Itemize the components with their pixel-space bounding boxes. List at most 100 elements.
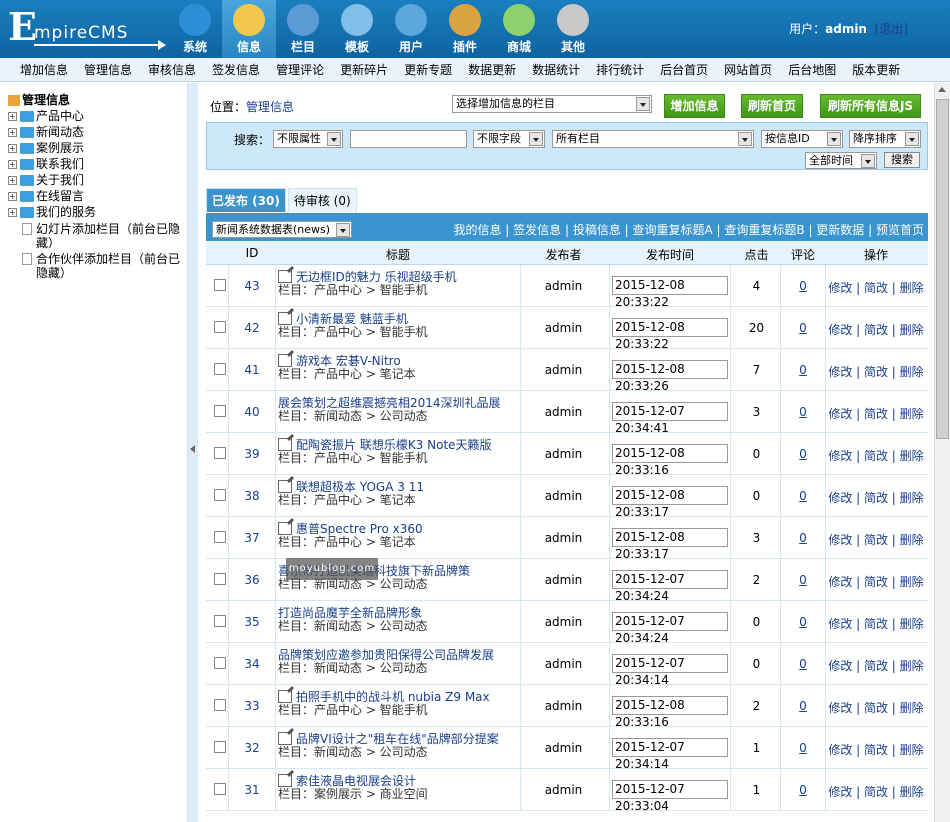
row-id[interactable]: 35 [231,615,273,629]
row-checkbox[interactable] [214,573,226,585]
sort-by-select[interactable]: 按信息ID [761,130,843,148]
collapse-arrow-icon[interactable] [190,445,195,453]
row-time-field[interactable]: 2015-12-08 20:33:16 [612,444,728,477]
subnav-item-6[interactable]: 更新专题 [396,58,460,81]
row-comments-link[interactable]: 0 [781,783,825,797]
subnav-item-11[interactable]: 网站首页 [716,58,780,81]
row-title-link[interactable]: 配陶瓷振片 联想乐檬K3 Note天籁版 [278,438,518,452]
row-title-link[interactable]: 索佳液晶电视展会设计 [278,774,518,788]
expand-plus-icon[interactable]: + [8,176,17,185]
row-ops-links[interactable]: 修改 | 简改 | 删除 [826,279,926,296]
breadcrumb-link[interactable]: 管理信息 [246,100,294,114]
expand-plus-icon[interactable]: + [8,128,17,137]
table-select[interactable]: 新闻系统数据表(news) [212,221,352,238]
row-ops-links[interactable]: 修改 | 简改 | 删除 [826,405,926,422]
row-time-field[interactable]: 2015-12-08 20:33:26 [612,360,728,393]
row-ops-links[interactable]: 修改 | 简改 | 删除 [826,657,926,674]
nav-item-7[interactable]: 其他 [546,0,600,58]
tab-pending[interactable]: 待审核 (0) [287,188,357,212]
field-select[interactable]: 不限字段 [473,130,545,148]
row-comments-link[interactable]: 0 [781,405,825,419]
row-title-link[interactable]: 打造尚品魔芋全新品牌形象 [278,606,518,620]
attr-select[interactable]: 不限属性 [273,130,343,148]
row-comments-link[interactable]: 0 [781,657,825,671]
row-title-link[interactable]: 无边框ID的魅力 乐视超级手机 [278,270,518,284]
toolbar-link-2[interactable]: 投稿信息 [573,223,621,237]
row-ops-links[interactable]: 修改 | 简改 | 删除 [826,447,926,464]
row-time-field[interactable]: 2015-12-07 20:33:04 [612,780,728,813]
row-time-field[interactable]: 2015-12-08 20:33:22 [612,318,728,351]
tree-node[interactable]: + 产品中心 [8,108,187,124]
row-id[interactable]: 42 [231,321,273,335]
toolbar-link-5[interactable]: 更新数据 [816,223,864,237]
row-comments-link[interactable]: 0 [781,363,825,377]
order-select[interactable]: 降序排序 [849,130,921,148]
tree-node[interactable]: + 案例展示 [8,140,187,156]
tab-published[interactable]: 已发布 (30) [206,188,286,212]
subnav-item-10[interactable]: 后台首页 [652,58,716,81]
row-checkbox[interactable] [214,489,226,501]
row-title-link[interactable]: 惠普Spectre Pro x360 [278,522,518,536]
row-time-field[interactable]: 2015-12-07 20:34:41 [612,402,728,435]
expand-plus-icon[interactable]: + [8,112,17,121]
subnav-item-3[interactable]: 签发信息 [204,58,268,81]
row-id[interactable]: 32 [231,741,273,755]
logout-link[interactable]: [退出] [875,22,908,36]
subnav-item-13[interactable]: 版本更新 [844,58,908,81]
expand-plus-icon[interactable]: + [8,160,17,169]
subnav-item-8[interactable]: 数据统计 [524,58,588,81]
row-time-field[interactable]: 2015-12-07 20:34:14 [612,654,728,687]
subnav-item-2[interactable]: 审核信息 [140,58,204,81]
keyword-input[interactable] [350,130,467,148]
row-checkbox[interactable] [214,363,226,375]
row-time-field[interactable]: 2015-12-08 20:33:16 [612,696,728,729]
row-checkbox[interactable] [214,447,226,459]
row-comments-link[interactable]: 0 [781,531,825,545]
tree-leaf[interactable]: 幻灯片添加栏目（前台已隐藏） [6,222,186,250]
username[interactable]: admin [825,22,867,36]
row-comments-link[interactable]: 0 [781,699,825,713]
expand-plus-icon[interactable]: + [8,192,17,201]
nav-item-2[interactable]: 栏目 [276,0,330,58]
nav-item-6[interactable]: 商城 [492,0,546,58]
nav-item-1[interactable]: 信息 [222,0,276,58]
row-checkbox[interactable] [214,321,226,333]
row-title-link[interactable]: 品牌VI设计之"租车在线"品牌部分提案 [278,732,518,746]
subnav-item-9[interactable]: 排行统计 [588,58,652,81]
tree-node[interactable]: + 在线留言 [8,188,187,204]
row-id[interactable]: 31 [231,783,273,797]
scroll-up-icon[interactable] [938,87,946,92]
row-time-field[interactable]: 2015-12-08 20:33:17 [612,528,728,561]
row-comments-link[interactable]: 0 [781,615,825,629]
row-ops-links[interactable]: 修改 | 简改 | 删除 [826,573,926,590]
subnav-item-7[interactable]: 数据更新 [460,58,524,81]
row-title-link[interactable]: 展会策划之超维震撼亮相2014深圳礼品展 [278,396,518,410]
subnav-item-12[interactable]: 后台地图 [780,58,844,81]
subnav-item-4[interactable]: 管理评论 [268,58,332,81]
row-checkbox[interactable] [214,405,226,417]
row-id[interactable]: 43 [231,279,273,293]
row-id[interactable]: 36 [231,573,273,587]
row-id[interactable]: 39 [231,447,273,461]
subnav-item-5[interactable]: 更新碎片 [332,58,396,81]
row-checkbox[interactable] [214,699,226,711]
row-id[interactable]: 40 [231,405,273,419]
row-checkbox[interactable] [214,657,226,669]
row-ops-links[interactable]: 修改 | 简改 | 删除 [826,321,926,338]
add-info-button[interactable]: 增加信息 [664,94,725,118]
row-id[interactable]: 37 [231,531,273,545]
row-ops-links[interactable]: 修改 | 简改 | 删除 [826,783,926,800]
nav-item-3[interactable]: 模板 [330,0,384,58]
tree-node[interactable]: + 新闻动态 [8,124,187,140]
row-ops-links[interactable]: 修改 | 简改 | 删除 [826,615,926,632]
expand-plus-icon[interactable]: + [8,144,17,153]
subnav-item-1[interactable]: 管理信息 [76,58,140,81]
add-column-select[interactable]: 选择增加信息的栏目 [452,95,652,113]
row-comments-link[interactable]: 0 [781,321,825,335]
row-ops-links[interactable]: 修改 | 简改 | 删除 [826,699,926,716]
row-checkbox[interactable] [214,279,226,291]
row-title-link[interactable]: 小清新最爱 魅蓝手机 [278,312,518,326]
row-id[interactable]: 33 [231,699,273,713]
toolbar-link-4[interactable]: 查询重复标题B [724,223,804,237]
toolbar-link-0[interactable]: 我的信息 [453,223,501,237]
